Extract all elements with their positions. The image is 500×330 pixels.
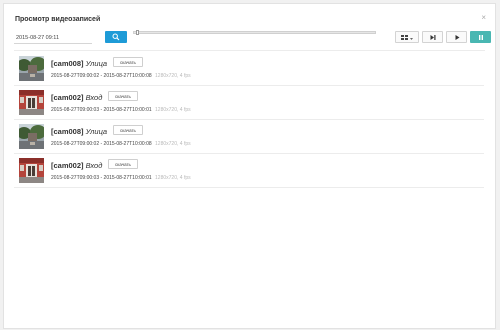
search-icon [112,33,120,41]
pause-button[interactable] [470,31,491,43]
record-time-range: 2015-08-27T09:00:03 - 2015-08-27T10:00:0… [51,107,191,113]
camera-id: [cam008] [51,59,84,68]
record-row[interactable]: [cam002] Вход скачать 2015-08-27T09:00:0… [14,85,484,120]
record-row[interactable]: [cam008] Улица скачать 2015-08-27T09:00:… [14,119,484,154]
record-title: [cam002] Вход [51,93,102,102]
thumbnail-entrance[interactable] [19,90,44,115]
camera-location: Вход [85,93,103,102]
thumbnail-street[interactable] [19,124,44,149]
dialog-title: Просмотр видеозаписей [15,16,101,23]
thumbnail-street[interactable] [19,56,44,81]
download-button[interactable]: скачать [108,91,138,101]
search-button[interactable] [105,31,127,43]
download-button[interactable]: скачать [108,159,138,169]
camera-id: [cam008] [51,127,84,136]
camera-location: Вход [85,161,103,170]
record-title: [cam008] Улица [51,59,107,68]
timeline-handle[interactable] [136,30,139,35]
pause-icon [478,34,483,40]
download-button[interactable]: скачать [113,57,143,67]
date-time-input[interactable] [14,32,92,44]
time-range-text: 2015-08-27T09:00:03 - 2015-08-27T10:00:0… [51,107,152,113]
video-meta: 1280x720, 4 fps [155,141,191,147]
video-meta: 1280x720, 4 fps [155,107,191,113]
record-title: [cam008] Улица [51,127,107,136]
camera-location: Улица [85,127,108,136]
video-meta: 1280x720, 4 fps [155,175,191,181]
camera-id: [cam002] [51,93,84,102]
close-icon[interactable]: × [481,13,486,22]
camera-id: [cam002] [51,161,84,170]
record-title: [cam002] Вход [51,161,102,170]
time-range-text: 2015-08-27T09:00:02 - 2015-08-27T10:00:0… [51,141,152,147]
skip-next-icon [430,34,435,40]
video-archive-dialog: Просмотр видеозаписей × 2015-08-27 09:11… [3,3,496,329]
record-time-range: 2015-08-27T09:00:03 - 2015-08-27T10:00:0… [51,175,191,181]
timeline-slider[interactable] [133,30,376,35]
grid-list-icon [401,34,413,40]
download-button[interactable]: скачать [113,125,143,135]
record-time-range: 2015-08-27T09:00:02 - 2015-08-27T10:00:0… [51,141,191,147]
next-frame-button[interactable] [422,31,443,43]
time-range-text: 2015-08-27T09:00:02 - 2015-08-27T10:00:0… [51,73,152,79]
video-meta: 1280x720, 4 fps [155,73,191,79]
thumbnail-entrance[interactable] [19,158,44,183]
time-range-text: 2015-08-27T09:00:03 - 2015-08-27T10:00:0… [51,175,152,181]
play-button[interactable] [446,31,467,43]
camera-location: Улица [85,59,108,68]
play-icon [455,34,459,40]
layout-button[interactable] [395,31,419,43]
record-row[interactable]: [cam008] Улица скачать 2015-08-27T09:00:… [14,51,484,86]
record-row[interactable]: [cam002] Вход скачать 2015-08-27T09:00:0… [14,153,484,188]
record-time-range: 2015-08-27T09:00:02 - 2015-08-27T10:00:0… [51,73,191,79]
